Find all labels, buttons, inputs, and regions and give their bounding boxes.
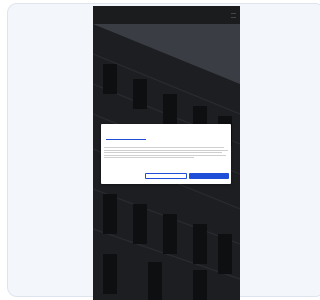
text-line bbox=[104, 152, 222, 154]
active-tab-indicator bbox=[106, 139, 146, 140]
allow-all-button[interactable] bbox=[189, 173, 229, 179]
text-line bbox=[104, 154, 226, 156]
text-line bbox=[104, 147, 224, 148]
cookie-consent-dialog bbox=[101, 124, 231, 184]
allow-selection-button[interactable] bbox=[145, 173, 187, 179]
consent-body-text bbox=[104, 147, 228, 160]
consent-tabs bbox=[101, 130, 231, 140]
text-line bbox=[104, 157, 194, 159]
text-line bbox=[104, 149, 228, 151]
